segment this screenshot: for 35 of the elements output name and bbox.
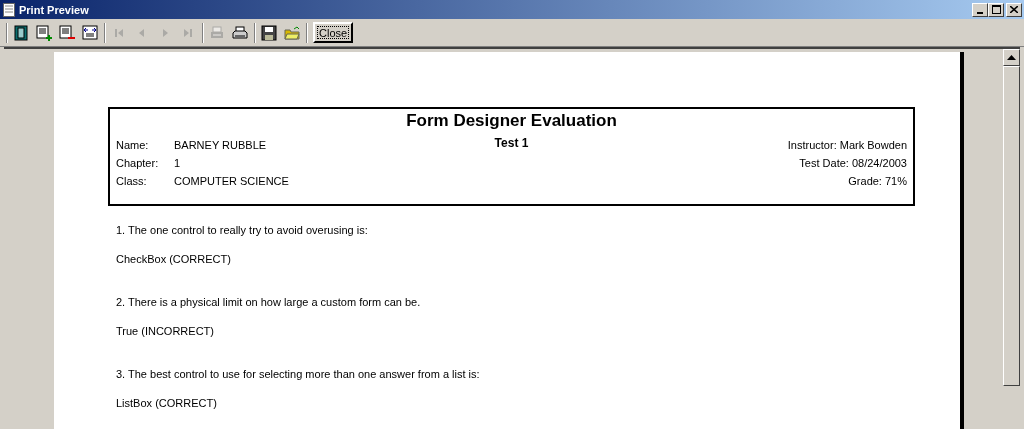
scroll-up-button[interactable]: [1003, 49, 1020, 66]
answer-text: ListBox (CORRECT): [116, 396, 218, 411]
field-label: Name:: [116, 138, 150, 153]
close-button[interactable]: [1006, 2, 1022, 17]
header-field: Instructor: Mark Bowden: [577, 136, 907, 154]
question-text: 3. The best control to use for selecting more than one answer from a list is:: [116, 367, 481, 382]
close-icon: [1010, 6, 1018, 13]
page-width-icon[interactable]: [82, 24, 98, 41]
scroll-thumb[interactable]: [1003, 66, 1020, 386]
header-field: Test Date: 08/24/2003: [577, 154, 907, 172]
report-title: Form Designer Evaluation: [405, 111, 618, 131]
field-value: COMPUTER SCIENCE: [174, 174, 289, 189]
maximize-button[interactable]: [988, 2, 1004, 17]
field-value: BARNEY RUBBLE: [174, 138, 267, 153]
window-title: Print Preview: [19, 3, 90, 16]
field-value: 1: [174, 156, 181, 171]
up-arrow-icon: [1007, 55, 1016, 60]
folder-icon[interactable]: [284, 24, 300, 41]
close-button[interactable]: Close: [313, 22, 354, 43]
question-text: 1. The one control to really try to avoid overusing is:: [116, 223, 369, 238]
field-label: Chapter:: [116, 156, 160, 171]
document-icon: [3, 2, 15, 17]
page-plus-icon[interactable]: [36, 24, 52, 41]
field-label: Class:: [116, 174, 148, 189]
printer-icon[interactable]: [232, 24, 248, 41]
minimize-button[interactable]: [972, 2, 988, 17]
minimize-icon: [977, 11, 983, 14]
answer-text: CheckBox (CORRECT): [116, 252, 232, 267]
page-minus-icon[interactable]: [59, 24, 75, 41]
page-icon[interactable]: [13, 24, 29, 41]
header-field: Grade: 71%: [577, 172, 907, 190]
report-subtitle: Test 1: [494, 136, 529, 150]
maximize-icon: [991, 5, 1001, 14]
answer-text: True (INCORRECT): [116, 324, 215, 339]
question-text: 2. There is a physical limit on how large a custom form can be.: [116, 295, 422, 310]
